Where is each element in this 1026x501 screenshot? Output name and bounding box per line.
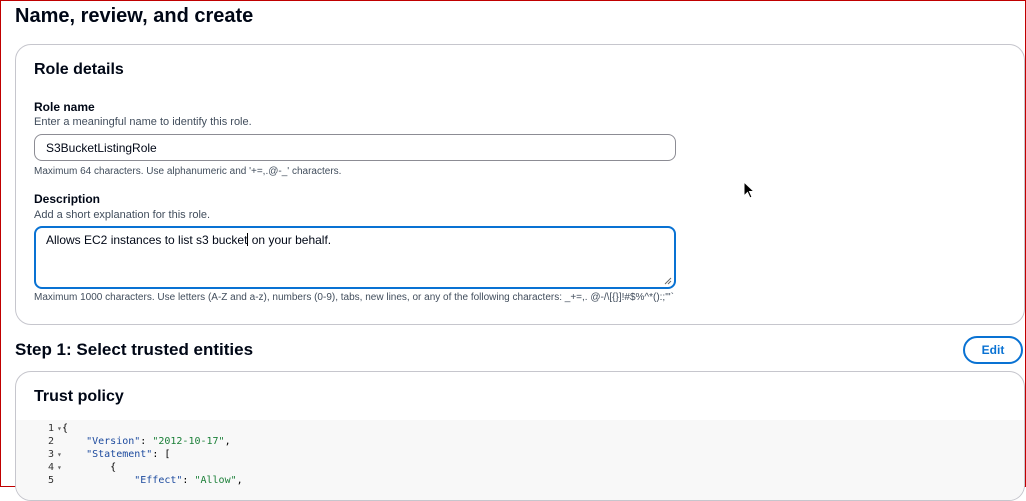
line-number: 2 (47, 436, 54, 447)
trust-policy-panel: Trust policy 1 ▾{2 "Version": "2012-10-17… (15, 371, 1025, 501)
code-sep: : (152, 449, 165, 460)
step1-title: Step 1: Select trusted entities (15, 340, 254, 359)
code-text: "Version": "2012-10-17", (62, 435, 231, 448)
code-key: "Version" (86, 436, 141, 447)
code-text: "Statement": [ (62, 448, 170, 461)
code-line: 1 ▾{ (16, 422, 1024, 435)
mouse-pointer-icon (743, 181, 755, 199)
description-text-after-caret: on your behalf. (248, 233, 332, 247)
code-line: 3 ▾ "Statement": [ (16, 448, 1024, 461)
role-name-description: Enter a meaningful name to identify this… (34, 116, 252, 128)
description-textarea[interactable]: Allows EC2 instances to list s3 bucket o… (34, 226, 676, 289)
code-punct: , (236, 475, 243, 486)
code-val: "Allow" (194, 475, 237, 486)
role-name-label: Role name (34, 100, 95, 114)
code-punct: { (110, 462, 117, 473)
role-details-title: Role details (34, 61, 124, 78)
code-punct: , (224, 436, 231, 447)
edit-button[interactable]: Edit (963, 336, 1023, 364)
resize-grip-icon[interactable] (664, 277, 672, 285)
code-line: 4 ▾ { (16, 461, 1024, 474)
role-name-hint: Maximum 64 characters. Use alphanumeric … (34, 166, 342, 177)
code-line: 5 "Effect": "Allow", (16, 474, 1024, 487)
line-number: 1 (47, 423, 54, 434)
trust-policy-code-editor[interactable]: 1 ▾{2 "Version": "2012-10-17", 3 ▾ "Stateme… (16, 420, 1024, 500)
trust-policy-title: Trust policy (34, 388, 124, 405)
code-key: "Statement" (86, 449, 153, 460)
code-key: "Effect" (134, 475, 183, 486)
line-number: 3 (47, 449, 54, 460)
code-text: "Effect": "Allow", (62, 474, 243, 487)
description-label: Description (34, 192, 101, 206)
line-number: 4 (47, 462, 54, 473)
description-hint: Maximum 1000 characters. Use letters (A-… (34, 292, 674, 303)
code-line: 2 "Version": "2012-10-17", (16, 435, 1024, 448)
code-val: "2012-10-17" (152, 436, 225, 447)
code-text: { (62, 461, 116, 474)
code-punct: [ (164, 449, 171, 460)
page-title: Name, review, and create (15, 5, 254, 27)
role-name-input[interactable]: S3BucketListingRole (34, 134, 676, 161)
code-sep: : (182, 475, 195, 486)
line-number: 5 (47, 475, 54, 486)
code-punct: { (62, 423, 69, 434)
code-sep: : (140, 436, 153, 447)
description-text-before-caret: Allows EC2 instances to list s3 bucket (46, 233, 248, 247)
description-help: Add a short explanation for this role. (34, 209, 211, 221)
role-details-panel: Role details Role name Enter a meaningfu… (15, 44, 1025, 325)
code-text: { (62, 422, 68, 435)
